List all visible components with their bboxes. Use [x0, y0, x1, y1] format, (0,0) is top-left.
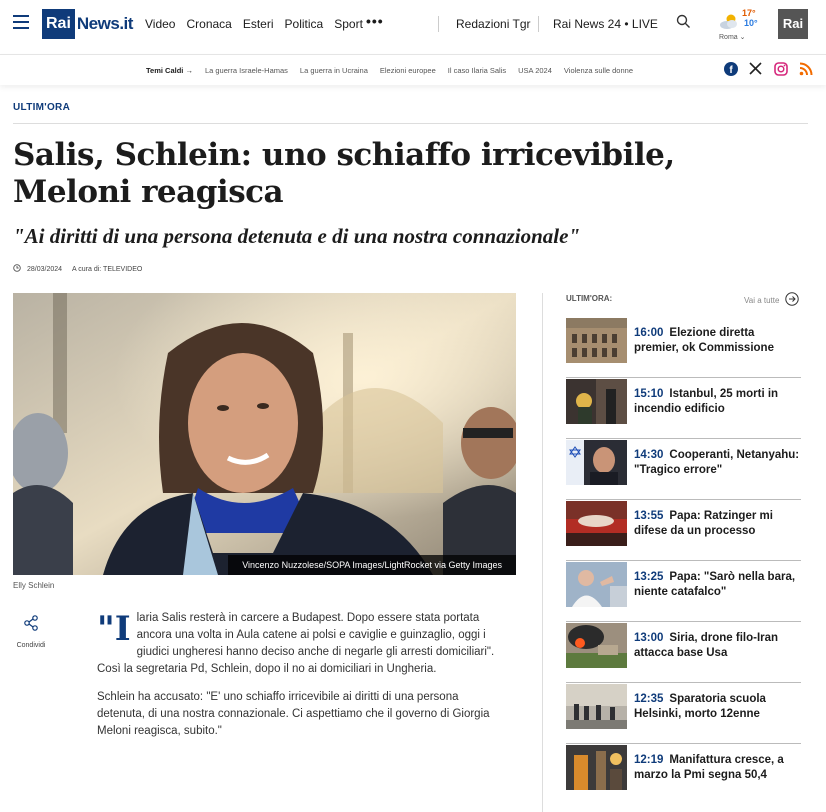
- news-time: 13:25: [634, 571, 664, 583]
- weather-widget[interactable]: 17° 10° Roma ⌄: [716, 8, 766, 44]
- news-item[interactable]: 14:30 Cooperanti, Netanyahu: "Tragico err…: [566, 439, 801, 500]
- section-tag[interactable]: ULTIM'ORA: [13, 102, 70, 113]
- news-time: 12:19: [634, 754, 664, 766]
- article-subheadline: "Ai diritti di una persona detenuta e di…: [13, 224, 581, 248]
- topic-link[interactable]: Elezioni europee: [380, 66, 436, 75]
- article-date: 28/03/2024: [27, 265, 63, 273]
- sidebar-title: ULTIM'ORA:: [566, 294, 613, 303]
- rainews24-live-link[interactable]: Rai News 24 • LIVE: [553, 17, 658, 31]
- share-label: Condividi: [16, 642, 46, 649]
- instagram-icon[interactable]: [773, 61, 788, 76]
- weather-icon: [720, 14, 737, 29]
- news-item[interactable]: 13:25 Papa: "Sarò nella bara, niente cata…: [566, 561, 801, 622]
- nav-sport[interactable]: Sport: [334, 17, 363, 31]
- news-item[interactable]: 15:10 Istanbul, 25 morti in incendio edif…: [566, 378, 801, 439]
- news-item[interactable]: 16:00 Elezione diretta premier, ok Commis…: [566, 317, 801, 378]
- logo-news: News.it: [76, 14, 134, 33]
- article-author: A cura di: TELEVIDEO: [72, 265, 143, 273]
- photo-elly-schlein: [13, 293, 516, 575]
- weather-city: Roma ⌄: [719, 34, 746, 41]
- news-item[interactable]: 12:19 Manifattura cresce, a marzo la Pmi …: [566, 744, 801, 805]
- topics-bar: Temi Caldi → La guerra Israele-Hamas La …: [0, 54, 826, 85]
- hot-topics: Temi Caldi → La guerra Israele-Hamas La …: [146, 66, 633, 75]
- divider: [542, 293, 543, 812]
- social-links: f: [723, 61, 813, 76]
- divider: [13, 123, 808, 124]
- news-time: 16:00: [634, 327, 664, 339]
- news-thumbnail: [566, 501, 627, 546]
- paragraph: "I laria Salis resterà in carcere a Buda…: [97, 610, 505, 678]
- nav-esteri[interactable]: Esteri: [243, 17, 274, 31]
- nav-cronaca[interactable]: Cronaca: [186, 17, 231, 31]
- arrow-right-icon: [785, 292, 800, 308]
- menu-icon[interactable]: [13, 15, 29, 29]
- redazioni-tgr-link[interactable]: Redazioni Tgr: [456, 17, 530, 31]
- news-thumbnail: [566, 318, 627, 363]
- search-icon[interactable]: [676, 14, 691, 34]
- news-thumbnail: [566, 745, 627, 790]
- main-nav: Video Cronaca Esteri Politica Sport: [145, 17, 363, 31]
- article-photo: Vincenzo Nuzzolese/SOPA Images/LightRock…: [13, 293, 516, 575]
- top-header: Rai News.it Video Cronaca Esteri Politic…: [0, 0, 826, 54]
- news-time: 14:30: [634, 449, 664, 461]
- temp-min: 10°: [744, 18, 758, 28]
- article-headline: Salis, Schlein: uno schiaffo irricevibil…: [13, 137, 675, 210]
- topic-link[interactable]: La guerra in Ucraina: [300, 66, 368, 75]
- rai-portal-button[interactable]: Rai: [778, 9, 808, 39]
- nav-video[interactable]: Video: [145, 17, 175, 31]
- news-thumbnail: [566, 379, 627, 424]
- logo-rai: Rai: [42, 9, 75, 39]
- photo-credit: Vincenzo Nuzzolese/SOPA Images/LightRock…: [228, 555, 516, 575]
- topic-link[interactable]: La guerra Israele-Hamas: [205, 66, 288, 75]
- photo-caption: Elly Schlein: [13, 581, 55, 590]
- see-all-label: Vai a tutte: [744, 295, 780, 305]
- article-body: "I laria Salis resterà in carcere a Buda…: [97, 610, 505, 751]
- divider: [438, 16, 439, 32]
- latest-news-list: 16:00 Elezione diretta premier, ok Commis…: [566, 317, 801, 805]
- temi-caldi-link[interactable]: Temi Caldi →: [146, 66, 193, 75]
- news-thumbnail: [566, 440, 627, 485]
- nav-politica[interactable]: Politica: [285, 17, 324, 31]
- clock-icon: [13, 264, 21, 274]
- facebook-icon[interactable]: f: [723, 61, 738, 76]
- paragraph-text: laria Salis resterà in carcere a Budapes…: [97, 612, 495, 675]
- paragraph: Schlein ha accusato: "E' uno schiaffo ir…: [97, 691, 490, 737]
- topic-link[interactable]: USA 2024: [518, 66, 552, 75]
- temp-max: 17°: [742, 8, 756, 18]
- news-thumbnail: [566, 623, 627, 668]
- rainews-logo[interactable]: Rai News.it: [42, 9, 133, 39]
- drop-cap: "I: [97, 609, 131, 649]
- article-meta: 28/03/2024 A cura di: TELEVIDEO: [13, 264, 142, 274]
- news-thumbnail: [566, 684, 627, 729]
- news-item[interactable]: 13:00 Siria, drone filo-Iran attacca base…: [566, 622, 801, 683]
- news-thumbnail: [566, 562, 627, 607]
- news-item[interactable]: 13:55 Papa: Ratzinger mi difese da un pro…: [566, 500, 801, 561]
- nav-more-button[interactable]: •••: [366, 13, 384, 29]
- news-time: 12:35: [634, 693, 664, 705]
- share-button[interactable]: Condividi: [13, 615, 49, 649]
- news-time: 15:10: [634, 388, 664, 400]
- rss-icon[interactable]: [798, 61, 813, 76]
- topic-link[interactable]: Il caso Ilaria Salis: [448, 66, 506, 75]
- see-all-link[interactable]: Vai a tutte: [744, 292, 800, 308]
- x-icon[interactable]: [748, 61, 763, 76]
- news-time: 13:55: [634, 510, 664, 522]
- topic-link[interactable]: Violenza sulle donne: [564, 66, 633, 75]
- news-item[interactable]: 12:35 Sparatoria scuola Helsinki, morto 1…: [566, 683, 801, 744]
- news-time: 13:00: [634, 632, 664, 644]
- divider: [538, 16, 539, 32]
- share-icon: [23, 615, 39, 635]
